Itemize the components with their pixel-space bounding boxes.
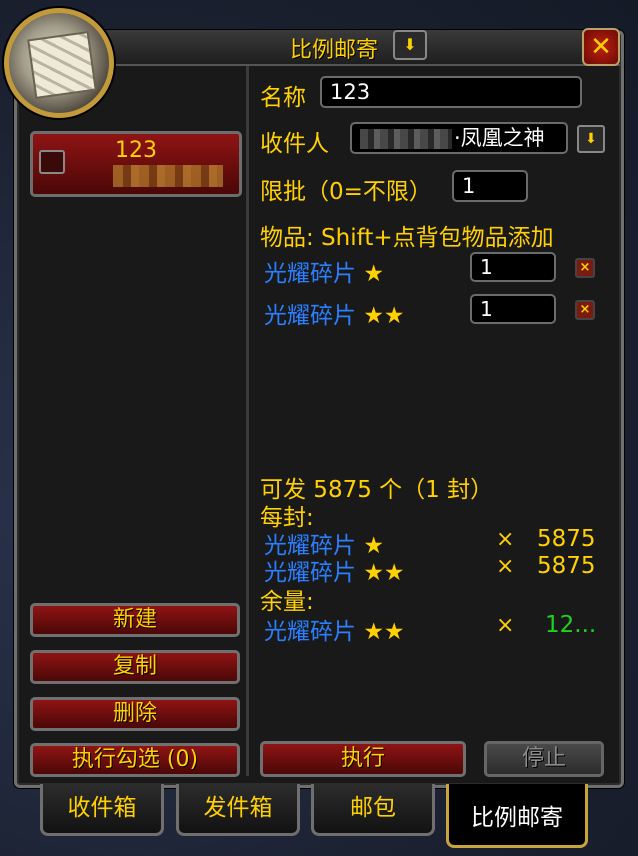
window-title: 比例邮寄 bbox=[290, 38, 379, 63]
copy-button[interactable]: 复制 bbox=[30, 650, 240, 684]
star-icon: ★★ bbox=[363, 619, 405, 645]
name-input[interactable]: 123 bbox=[320, 76, 582, 108]
name-label: 名称 bbox=[260, 85, 306, 111]
multiply-icon: × bbox=[496, 527, 515, 552]
per-letter-count-1: 5875 bbox=[537, 526, 596, 552]
mail-list-item-blurred-name bbox=[113, 165, 223, 187]
star-icon: ★★ bbox=[363, 560, 405, 586]
recipient-input[interactable]: ·凤凰之神 bbox=[350, 122, 568, 154]
execute-button[interactable]: 执行 bbox=[260, 741, 466, 777]
run-checked-button[interactable]: 执行勾选 (0) bbox=[30, 743, 240, 777]
remaining-label: 余量: bbox=[260, 589, 314, 615]
recipient-value: ·凤凰之神 bbox=[454, 126, 545, 150]
item-row-1-name: 光耀碎片 ★ bbox=[264, 261, 384, 287]
panel-divider bbox=[246, 66, 249, 776]
tab-package[interactable]: 邮包 bbox=[311, 784, 435, 836]
star-icon: ★★ bbox=[363, 303, 405, 329]
limit-label: 限批（0=不限） bbox=[260, 179, 432, 205]
item-row-1-remove-icon[interactable]: × bbox=[575, 258, 595, 278]
recipient-dropdown-icon[interactable]: ⬇ bbox=[577, 125, 605, 153]
per-letter-count-2: 5875 bbox=[537, 553, 596, 579]
multiply-icon: × bbox=[496, 613, 515, 638]
close-button[interactable]: ✕ bbox=[582, 28, 620, 66]
recipient-blurred-text bbox=[360, 129, 452, 149]
items-label: 物品: Shift+点背包物品添加 bbox=[260, 225, 554, 251]
item-row-2-remove-icon[interactable]: × bbox=[575, 300, 595, 320]
tab-inbox[interactable]: 收件箱 bbox=[40, 784, 164, 836]
tab-outbox[interactable]: 发件箱 bbox=[176, 784, 300, 836]
stop-button[interactable]: 停止 bbox=[484, 741, 604, 777]
item-row-2-name: 光耀碎片 ★★ bbox=[264, 303, 405, 329]
mail-list-item-title: 123 bbox=[115, 138, 157, 163]
multiply-icon: × bbox=[496, 554, 515, 579]
new-button[interactable]: 新建 bbox=[30, 603, 240, 637]
mail-list-item[interactable]: 123 bbox=[30, 131, 242, 197]
recipient-label: 收件人 bbox=[260, 131, 329, 157]
remaining-count-1: 12... bbox=[545, 612, 597, 638]
limit-input[interactable]: 1 bbox=[452, 170, 528, 202]
star-icon: ★ bbox=[363, 261, 384, 287]
delete-button[interactable]: 删除 bbox=[30, 697, 240, 731]
mail-package-icon bbox=[4, 8, 114, 118]
title-dropdown-arrow-icon[interactable]: ⬇ bbox=[393, 30, 427, 60]
item-row-2-qty[interactable]: 1 bbox=[470, 294, 556, 324]
item-row-1-qty[interactable]: 1 bbox=[470, 252, 556, 282]
remaining-item-1: 光耀碎片 ★★ bbox=[264, 619, 405, 645]
tab-ratio-mail[interactable]: 比例邮寄 bbox=[446, 784, 588, 848]
